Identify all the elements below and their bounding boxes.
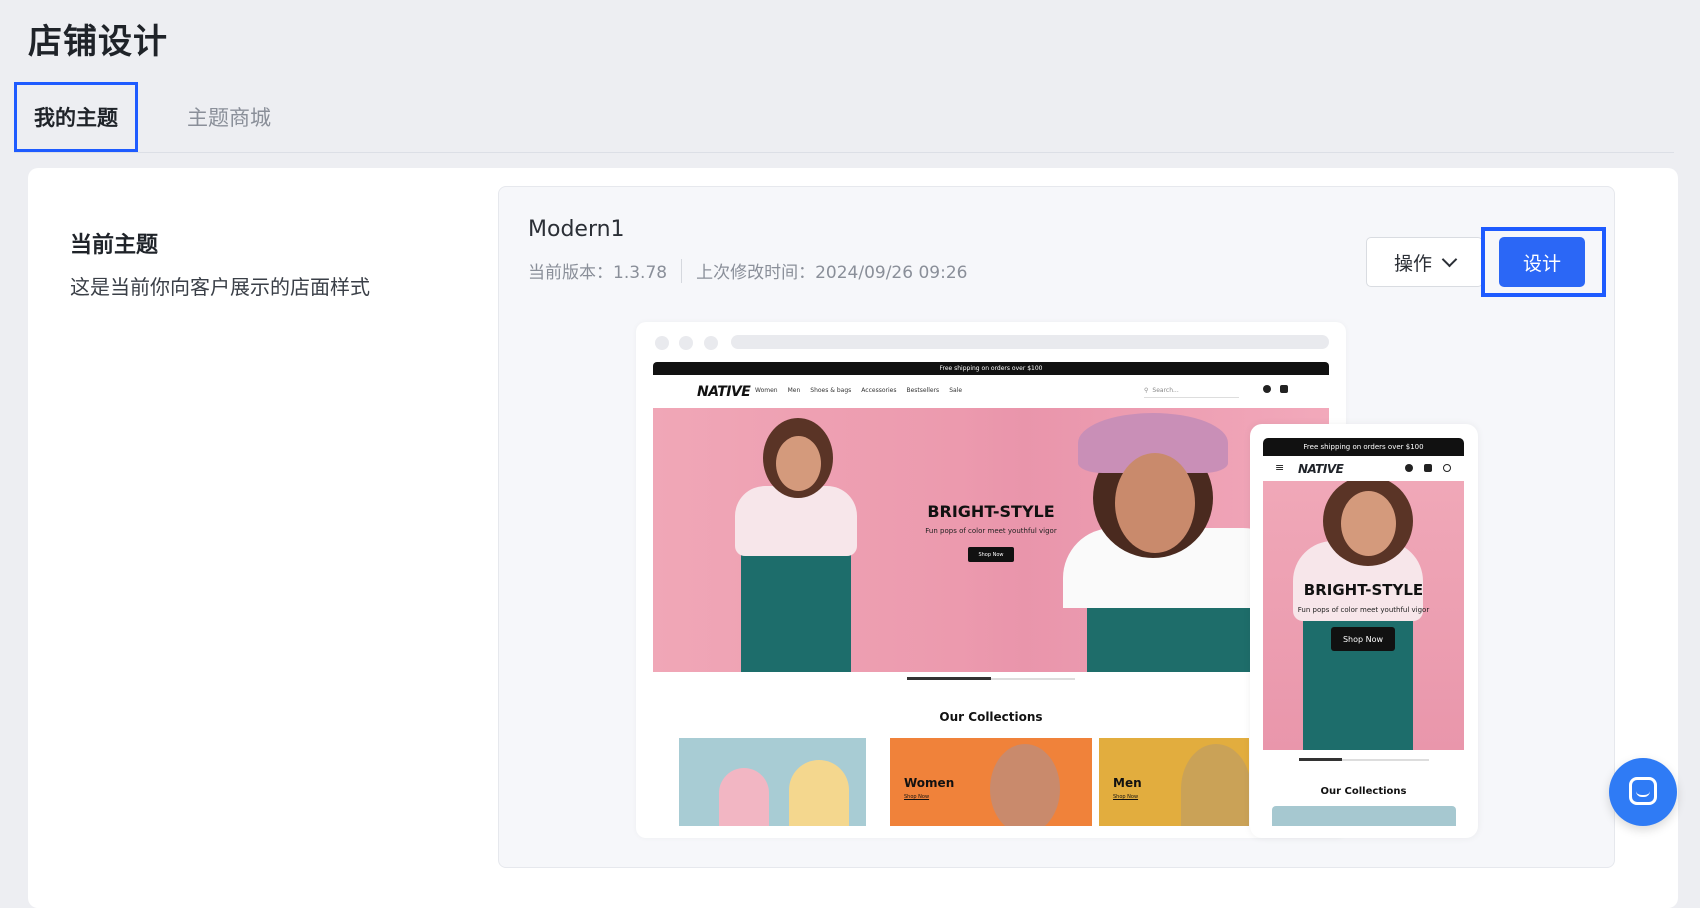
design-button[interactable]: 设计 [1499,237,1585,287]
model-image [990,744,1060,826]
collection-link: Shop Now [1113,794,1139,800]
search-icon: ⚲ [1144,386,1149,394]
page-title: 店铺设计 [28,22,168,62]
nav-link: Shoes & bags [810,387,852,394]
window-dot [655,336,669,350]
mobile-collection-tile [1272,806,1456,826]
account-icon [1405,464,1413,472]
nav-link: Men [787,387,801,394]
preview-search: ⚲ Search... [1144,383,1239,398]
account-icon [1263,385,1271,393]
mobile-slider-indicator [1299,758,1342,761]
actions-label: 操作 [1393,252,1432,275]
actions-dropdown-button[interactable]: 操作 [1366,237,1483,287]
model-image [719,768,769,826]
store-logo: NATIVE [697,384,751,400]
hero-title: BRIGHT-STYLE [927,502,1055,521]
hero-subtitle: Fun pops of color meet youthful vigor [925,527,1057,535]
collection-tile: Men Shop Now [1099,738,1249,826]
model-image [789,760,849,826]
theme-modified: 上次修改时间：2024/09/26 09:26 [696,263,968,283]
theme-name: Modern1 [528,217,625,242]
mobile-hero: BRIGHT-STYLE Fun pops of color meet yout… [1263,481,1464,750]
window-dot [704,336,718,350]
tab-my-themes[interactable]: 我的主题 [14,82,138,152]
chat-launcher-button[interactable] [1609,758,1677,826]
nav-link: Women [755,387,778,394]
slider-indicator [907,677,991,680]
search-icon [1443,464,1451,472]
mobile-shop-button: Shop Now [1331,627,1395,651]
nav-link: Sale [949,387,963,394]
nav-link: Accessories [861,387,897,394]
collection-tile [679,738,866,826]
hero-shop-button: Shop Now [968,547,1014,562]
section-title: 当前主题 [70,233,159,258]
store-logo: NATIVE [1298,462,1344,476]
mobile-nav: ≡ NATIVE [1263,456,1464,481]
chevron-down-icon [1441,251,1458,267]
mobile-hero-subtitle: Fun pops of color meet youthful vigor [1297,606,1430,614]
collection-label: Women [904,776,955,790]
mobile-hero-title: BRIGHT-STYLE [1303,581,1424,599]
shipping-banner: Free shipping on orders over $100 [653,362,1329,375]
model-image [1341,491,1396,556]
model-image [1181,744,1249,826]
collection-tile: Women Shop Now [890,738,1092,826]
meta-divider [681,258,683,283]
theme-version: 当前版本：1.3.78 [528,263,668,283]
nav-link: Bestsellers [906,387,940,394]
model-image [776,436,821,491]
cart-icon [1424,464,1432,472]
mobile-shipping-banner: Free shipping on orders over $100 [1263,438,1464,456]
hero-banner: BRIGHT-STYLE Fun pops of color meet yout… [653,408,1329,672]
collections-title: Our Collections [939,710,1043,724]
collection-link: Shop Now [904,794,930,800]
search-placeholder: Search... [1152,386,1179,394]
window-dot [679,336,693,350]
collection-label: Men [1113,776,1142,790]
url-bar [731,335,1329,349]
menu-icon: ≡ [1275,461,1285,474]
nav-links: Women Men Shoes & bags Accessories Bests… [755,387,962,394]
preview-nav: NATIVE Women Men Shoes & bags Accessorie… [653,375,1329,408]
tab-bar: 我的主题 主题商城 [14,82,1674,153]
cart-icon [1280,385,1288,393]
section-description: 这是当前你向客户展示的店面样式 [70,275,370,299]
theme-meta: 当前版本：1.3.78 上次修改时间：2024/09/26 09:26 [528,258,967,283]
mobile-collections-title: Our Collections [1320,786,1407,797]
tab-theme-store[interactable]: 主题商城 [164,82,294,152]
